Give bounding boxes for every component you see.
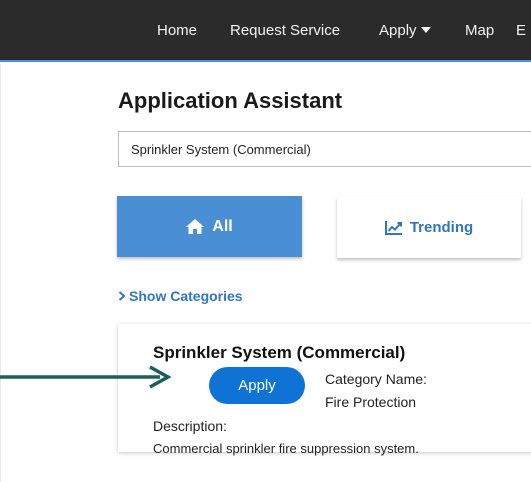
chevron-right-icon [118,291,126,301]
description-label: Description: [153,418,227,434]
search-input[interactable] [118,131,531,167]
nav-apply-dropdown[interactable]: Apply [379,0,431,62]
show-categories-label: Show Categories [129,288,243,304]
tab-all[interactable]: All [117,196,302,257]
top-navigation-bar: Home Request Service Apply Map E [0,0,531,62]
caret-down-icon [420,27,431,33]
tab-trending[interactable]: Trending [337,197,521,258]
category-name-label: Category Name: [325,371,427,387]
category-name-value: Fire Protection [325,394,417,410]
trending-chart-icon [384,221,402,235]
show-categories-toggle[interactable]: Show Categories [118,288,243,304]
nav-more-link-partial[interactable]: E [516,0,526,62]
left-divider [0,64,1,482]
annotation-arrow-icon [0,365,172,389]
description-value: Commercial sprinkler fire suppression sy… [153,441,419,456]
page-title: Application Assistant [118,88,343,113]
nav-request-service-link[interactable]: Request Service [230,0,340,62]
apply-button[interactable]: Apply [209,367,305,404]
tab-trending-label: Trending [409,219,474,236]
result-title: Sprinkler System (Commercial) [153,343,406,362]
nav-apply-label: Apply [379,22,417,39]
home-icon [186,219,205,234]
nav-home-link[interactable]: Home [157,0,197,62]
tab-all-label: All [212,217,233,235]
nav-map-link[interactable]: Map [465,0,494,62]
